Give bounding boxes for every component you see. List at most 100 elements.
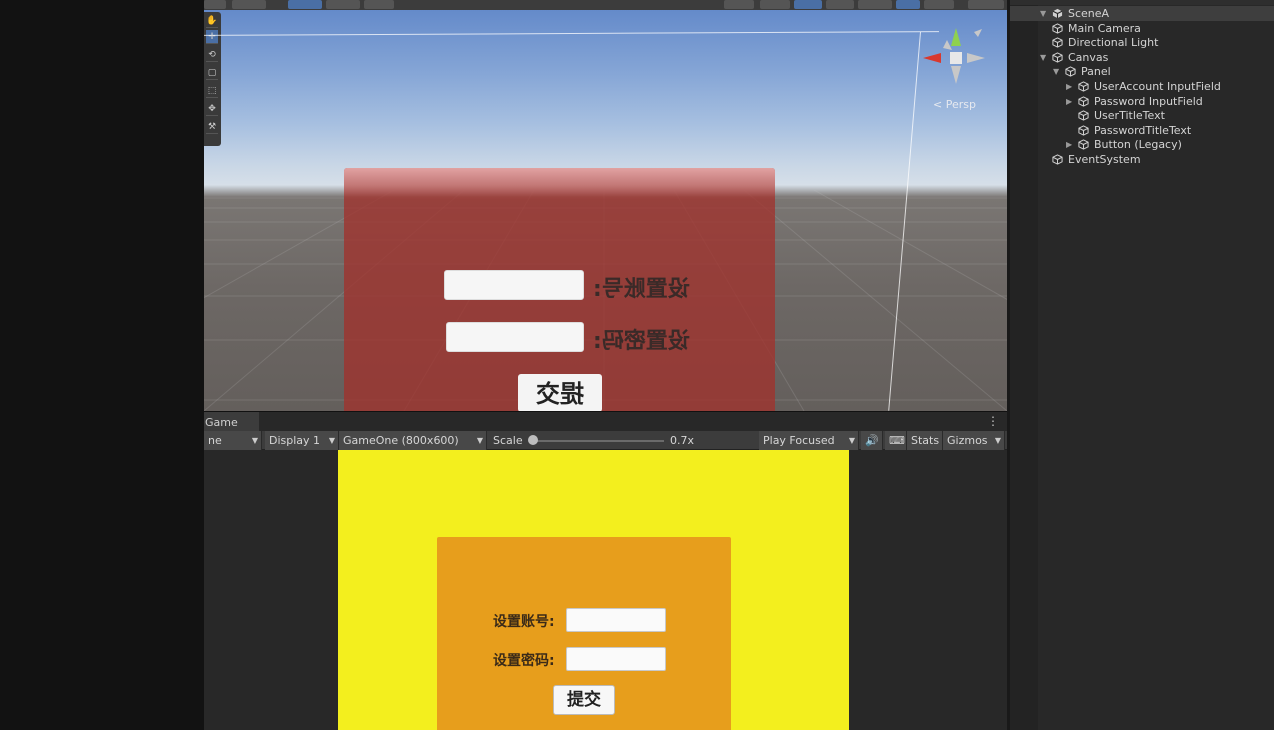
hierarchy-scene-label: SceneA <box>1068 7 1110 20</box>
hierarchy-item[interactable]: ▶ UserAccount InputField <box>1010 79 1274 94</box>
toolbar-button[interactable] <box>724 0 754 9</box>
caret-down-icon: ▼ <box>994 436 1001 445</box>
collapse-arrow-icon[interactable]: ▶ <box>1066 94 1072 109</box>
resolution-dropdown[interactable]: GameOne (800x600) ▼ <box>339 431 487 450</box>
toolbar-button[interactable] <box>204 0 226 9</box>
hierarchy-item[interactable]: ▼ Panel <box>1010 64 1274 79</box>
hierarchy-item-label: UserTitleText <box>1094 109 1165 123</box>
caret-down-icon: ▼ <box>848 436 855 445</box>
unity-editor: ✋ ✛ ⟲ ▢ ⬚ ✥ ⚒ 设置账号: 设置密码: 提交 < Persp Gam… <box>0 0 1274 730</box>
expand-arrow-icon[interactable]: ▼ <box>1040 50 1046 65</box>
expand-arrow-icon[interactable]: ▼ <box>1040 6 1046 21</box>
gizmos-label: Gizmos <box>947 434 988 447</box>
rotate-tool-icon[interactable]: ⟲ <box>206 48 218 62</box>
hierarchy-item[interactable]: UserTitleText <box>1010 108 1274 123</box>
toolbar-button[interactable] <box>794 0 822 9</box>
hierarchy-item-label: Button (Legacy) <box>1094 138 1182 152</box>
toolbar-button[interactable] <box>364 0 394 9</box>
transform-tool-icon[interactable]: ✥ <box>206 102 218 116</box>
collapse-arrow-icon[interactable]: ▶ <box>1066 79 1072 94</box>
game-view: 设置账号: 设置密码: 提交 <box>204 450 1007 730</box>
hierarchy-item[interactable]: Directional Light <box>1010 35 1274 50</box>
hierarchy-item-label: UserAccount InputField <box>1094 80 1221 93</box>
left-dark-area <box>0 0 204 730</box>
hierarchy-item[interactable]: Main Camera <box>1010 21 1274 36</box>
hierarchy-item-label: Directional Light <box>1068 36 1159 50</box>
hierarchy-scene-row[interactable]: ▼ SceneA <box>1010 6 1274 21</box>
hierarchy-item[interactable]: ▶ Password InputField <box>1010 94 1274 109</box>
hierarchy-item[interactable]: ▶ Button (Legacy) <box>1010 137 1274 152</box>
move-tool-icon[interactable]: ✛ <box>206 30 218 44</box>
scale-tool-icon[interactable]: ▢ <box>206 66 218 80</box>
gameobject-icon <box>1065 66 1076 78</box>
password-input[interactable] <box>566 647 666 671</box>
resolution-label: GameOne (800x600) <box>343 434 459 447</box>
persp-label[interactable]: < Persp <box>933 98 976 111</box>
hierarchy-item-label: PasswordTitleText <box>1094 123 1192 137</box>
rect-tool-icon[interactable]: ⬚ <box>206 84 218 98</box>
toolbar-button[interactable] <box>760 0 790 9</box>
hierarchy-panel: ▼ SceneA Main Camera Directional Light ▼ Canv… <box>1010 0 1274 730</box>
hierarchy-item-label: Password InputField <box>1094 94 1203 108</box>
gizmos-dropdown[interactable]: Gizmos ▼ <box>943 431 1005 450</box>
mute-audio-icon[interactable]: 🔊 <box>861 431 883 450</box>
scene-account-field[interactable] <box>444 270 584 300</box>
submit-button[interactable]: 提交 <box>553 685 615 715</box>
hierarchy-item-label: EventSystem <box>1068 153 1141 166</box>
play-mode-label: Play Focused <box>763 434 835 447</box>
hierarchy-item-label: Main Camera <box>1068 21 1141 35</box>
hierarchy-item[interactable]: EventSystem <box>1010 152 1274 167</box>
toolbar-button[interactable] <box>326 0 360 9</box>
gameobject-icon <box>1052 52 1063 63</box>
more-options-icon[interactable]: ⋮ <box>987 414 999 428</box>
account-label: 设置账号: <box>493 614 555 630</box>
game-mode-dropdown[interactable]: ne ▼ <box>204 431 262 450</box>
game-tab-bar: Game ⋮ <box>204 411 1007 432</box>
expand-arrow-icon[interactable]: ▼ <box>1053 64 1059 79</box>
scene-account-label: 设置账号: <box>593 277 690 302</box>
toolbar-button[interactable] <box>858 0 892 9</box>
hierarchy-item[interactable]: ▼ Canvas <box>1010 50 1274 65</box>
scene-toolbar <box>204 0 1007 10</box>
stats-button[interactable]: Stats <box>907 431 943 450</box>
gameobject-icon <box>1078 95 1089 107</box>
keyboard-shortcuts-icon[interactable]: ⌨ <box>885 431 907 450</box>
account-input[interactable] <box>566 608 666 632</box>
game-screen[interactable]: 设置账号: 设置密码: 提交 <box>338 450 849 730</box>
hierarchy-item[interactable]: PasswordTitleText <box>1010 123 1274 138</box>
gameobject-icon <box>1078 81 1089 92</box>
canvas-panel-highlight <box>344 168 775 198</box>
gameobject-icon <box>1052 22 1063 34</box>
caret-down-icon: ▼ <box>476 436 483 445</box>
toolbar-button[interactable] <box>826 0 854 9</box>
toolbar-button[interactable] <box>288 0 322 9</box>
scale-slider-track[interactable] <box>530 440 664 442</box>
scene-password-label: 设置密码: <box>593 329 690 354</box>
toolbar-button[interactable] <box>968 0 1004 9</box>
caret-down-icon: ▼ <box>328 436 335 445</box>
scene-tool-strip: ✋ ✛ ⟲ ▢ ⬚ ✥ ⚒ <box>204 12 221 146</box>
scene-submit-button[interactable]: 提交 <box>518 374 602 411</box>
scene-view[interactable]: ✋ ✛ ⟲ ▢ ⬚ ✥ ⚒ 设置账号: 设置密码: 提交 < Persp <box>204 0 1007 411</box>
tab-game-label: Game <box>205 416 238 429</box>
tab-game[interactable]: Game <box>204 412 259 432</box>
play-mode-dropdown[interactable]: Play Focused ▼ <box>759 431 859 450</box>
gameobject-icon <box>1078 110 1089 121</box>
hierarchy-item-label: Panel <box>1081 65 1111 79</box>
collapse-arrow-icon[interactable]: ▶ <box>1066 137 1072 152</box>
toolbar-button[interactable] <box>896 0 920 9</box>
view-tool-icon[interactable]: ✋ <box>206 14 218 28</box>
display-dropdown[interactable]: Display 1 ▼ <box>265 431 339 450</box>
caret-down-icon: ▼ <box>251 436 258 445</box>
game-panel: 设置账号: 设置密码: 提交 <box>437 537 731 730</box>
toolbar-button[interactable] <box>232 0 266 9</box>
gameobject-icon <box>1078 125 1089 136</box>
hierarchy-item-label: Canvas <box>1068 50 1109 64</box>
custom-tool-icon[interactable]: ⚒ <box>206 120 218 134</box>
scale-slider-knob[interactable] <box>528 435 538 445</box>
toolbar-button[interactable] <box>924 0 954 9</box>
orientation-gizmo-icon[interactable] <box>919 22 989 92</box>
hierarchy-header-strip <box>1010 0 1274 5</box>
scene-password-field[interactable] <box>446 322 584 352</box>
game-mode-label: ne <box>208 434 222 447</box>
